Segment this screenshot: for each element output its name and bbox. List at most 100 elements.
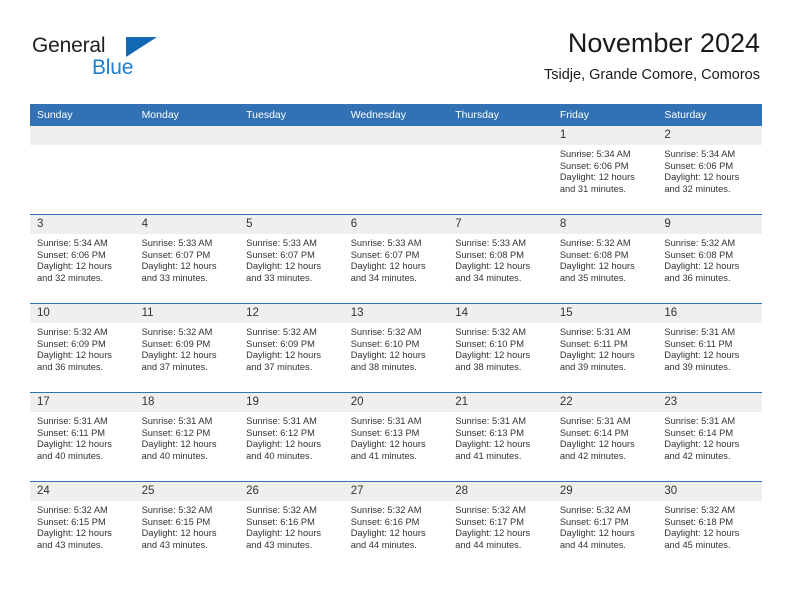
- day-details: Sunrise: 5:32 AM Sunset: 6:10 PM Daylight:…: [344, 323, 449, 373]
- day-cell[interactable]: 11 Sunrise: 5:32 AM Sunset: 6:09 PM Dayligh…: [134, 303, 240, 393]
- day-cell[interactable]: 23 Sunrise: 5:31 AM Sunset: 6:14 PM Dayligh…: [657, 392, 762, 482]
- day-number: [30, 126, 135, 145]
- calendar-week-row: 17 Sunrise: 5:31 AM Sunset: 6:11 PM Dayligh…: [30, 392, 762, 482]
- title-block: November 2024 Tsidje, Grande Comore, Com…: [544, 26, 760, 86]
- sunrise-text: Sunrise: 5:32 AM: [350, 327, 422, 337]
- day-cell[interactable]: 12 Sunrise: 5:32 AM Sunset: 6:09 PM Dayligh…: [239, 303, 344, 393]
- daylight-text: Daylight: 12 hours and 32 minutes.: [664, 172, 740, 194]
- sunrise-text: Sunrise: 5:32 AM: [455, 505, 527, 515]
- day-details: Sunrise: 5:34 AM Sunset: 6:06 PM Daylight:…: [657, 145, 762, 195]
- sunset-text: Sunset: 6:09 PM: [141, 338, 211, 349]
- calendar-page: General Blue November 2024 Tsidje, Grand…: [0, 0, 792, 612]
- daylight-text: Daylight: 12 hours and 42 minutes.: [559, 439, 635, 461]
- day-cell[interactable]: 9 Sunrise: 5:32 AM Sunset: 6:08 PM Daylight…: [657, 214, 762, 304]
- day-cell[interactable]: 6 Sunrise: 5:33 AM Sunset: 6:07 PM Daylight…: [343, 214, 449, 304]
- sunrise-text: Sunrise: 5:31 AM: [246, 416, 317, 426]
- day-details: Sunrise: 5:31 AM Sunset: 6:14 PM Daylight:…: [657, 412, 762, 462]
- day-cell[interactable]: 15 Sunrise: 5:31 AM Sunset: 6:11 PM Dayligh…: [552, 303, 658, 393]
- sunset-text: Sunset: 6:11 PM: [559, 338, 628, 349]
- daylight-text: Daylight: 12 hours and 36 minutes.: [664, 261, 740, 283]
- day-cell[interactable]: 27 Sunrise: 5:32 AM Sunset: 6:16 PM Dayligh…: [343, 481, 449, 570]
- day-details: Sunrise: 5:32 AM Sunset: 6:15 PM Daylight:…: [30, 501, 135, 551]
- day-cell[interactable]: 29 Sunrise: 5:32 AM Sunset: 6:17 PM Dayligh…: [552, 481, 658, 570]
- daylight-text: Daylight: 12 hours and 37 minutes.: [141, 350, 217, 372]
- day-details: Sunrise: 5:32 AM Sunset: 6:08 PM Daylight:…: [657, 234, 762, 284]
- sunrise-text: Sunrise: 5:33 AM: [141, 238, 213, 248]
- weekday-header-thursday: Thursday: [448, 104, 553, 126]
- sunset-text: Sunset: 6:14 PM: [559, 427, 629, 438]
- day-cell[interactable]: 20 Sunrise: 5:31 AM Sunset: 6:13 PM Dayligh…: [343, 392, 449, 482]
- daylight-text: Daylight: 12 hours and 45 minutes.: [664, 528, 740, 550]
- general-blue-logo[interactable]: General Blue: [32, 34, 242, 86]
- sunrise-text: Sunrise: 5:32 AM: [559, 505, 631, 515]
- day-cell[interactable]: 5 Sunrise: 5:33 AM Sunset: 6:07 PM Daylight…: [239, 214, 344, 304]
- sunset-text: Sunset: 6:15 PM: [141, 516, 211, 527]
- sunset-text: Sunset: 6:06 PM: [559, 160, 629, 171]
- day-number: 7: [448, 215, 553, 234]
- weekday-header-monday: Monday: [134, 104, 240, 126]
- sunrise-text: Sunrise: 5:32 AM: [455, 327, 527, 337]
- sunrise-text: Sunrise: 5:34 AM: [559, 149, 631, 159]
- sunset-text: Sunset: 6:09 PM: [37, 338, 106, 349]
- day-cell[interactable]: 22 Sunrise: 5:31 AM Sunset: 6:14 PM Dayligh…: [552, 392, 658, 482]
- sunset-text: Sunset: 6:07 PM: [141, 249, 211, 260]
- day-cell-empty: [239, 126, 344, 215]
- sunrise-text: Sunrise: 5:32 AM: [37, 505, 108, 515]
- day-cell[interactable]: 16 Sunrise: 5:31 AM Sunset: 6:11 PM Dayligh…: [657, 303, 762, 393]
- sunset-text: Sunset: 6:11 PM: [664, 338, 733, 349]
- day-number: 21: [448, 393, 553, 412]
- day-cell[interactable]: 28 Sunrise: 5:32 AM Sunset: 6:17 PM Dayligh…: [448, 481, 553, 570]
- day-cell[interactable]: 13 Sunrise: 5:32 AM Sunset: 6:10 PM Dayligh…: [343, 303, 449, 393]
- day-number: 6: [343, 215, 449, 234]
- day-number: 28: [448, 482, 553, 501]
- sunset-text: Sunset: 6:10 PM: [455, 338, 524, 349]
- weekday-header-friday: Friday: [552, 104, 658, 126]
- sunset-text: Sunset: 6:07 PM: [246, 249, 315, 260]
- day-cell[interactable]: 3 Sunrise: 5:34 AM Sunset: 6:06 PM Daylight…: [30, 214, 135, 304]
- sunrise-text: Sunrise: 5:32 AM: [664, 505, 736, 515]
- day-cell[interactable]: 25 Sunrise: 5:32 AM Sunset: 6:15 PM Dayligh…: [134, 481, 240, 570]
- day-number: 30: [657, 482, 762, 501]
- sunset-text: Sunset: 6:08 PM: [664, 249, 734, 260]
- day-number: 15: [552, 304, 658, 323]
- daylight-text: Daylight: 12 hours and 38 minutes.: [350, 350, 426, 372]
- sunset-text: Sunset: 6:13 PM: [350, 427, 420, 438]
- day-cell[interactable]: 24 Sunrise: 5:32 AM Sunset: 6:15 PM Dayligh…: [30, 481, 135, 570]
- day-cell[interactable]: 18 Sunrise: 5:31 AM Sunset: 6:12 PM Dayligh…: [134, 392, 240, 482]
- day-cell[interactable]: 14 Sunrise: 5:32 AM Sunset: 6:10 PM Dayligh…: [448, 303, 553, 393]
- sunset-text: Sunset: 6:10 PM: [350, 338, 420, 349]
- day-number: 22: [552, 393, 658, 412]
- daylight-text: Daylight: 12 hours and 44 minutes.: [350, 528, 426, 550]
- sunset-text: Sunset: 6:06 PM: [664, 160, 734, 171]
- day-cell[interactable]: 26 Sunrise: 5:32 AM Sunset: 6:16 PM Dayligh…: [239, 481, 344, 570]
- day-cell[interactable]: 21 Sunrise: 5:31 AM Sunset: 6:13 PM Dayligh…: [448, 392, 553, 482]
- sunset-text: Sunset: 6:09 PM: [246, 338, 315, 349]
- sunset-text: Sunset: 6:15 PM: [37, 516, 106, 527]
- daylight-text: Daylight: 12 hours and 36 minutes.: [37, 350, 112, 372]
- day-number: [343, 126, 449, 145]
- day-number: 10: [30, 304, 135, 323]
- day-cell[interactable]: 8 Sunrise: 5:32 AM Sunset: 6:08 PM Daylight…: [552, 214, 658, 304]
- sunset-text: Sunset: 6:13 PM: [455, 427, 524, 438]
- daylight-text: Daylight: 12 hours and 44 minutes.: [559, 528, 635, 550]
- day-cell[interactable]: 30 Sunrise: 5:32 AM Sunset: 6:18 PM Dayligh…: [657, 481, 762, 570]
- day-cell[interactable]: 17 Sunrise: 5:31 AM Sunset: 6:11 PM Dayligh…: [30, 392, 135, 482]
- sunset-text: Sunset: 6:06 PM: [37, 249, 106, 260]
- day-details: Sunrise: 5:32 AM Sunset: 6:17 PM Daylight:…: [553, 501, 658, 551]
- day-details: Sunrise: 5:31 AM Sunset: 6:12 PM Daylight:…: [239, 412, 344, 462]
- day-cell[interactable]: 19 Sunrise: 5:31 AM Sunset: 6:12 PM Dayligh…: [239, 392, 344, 482]
- day-cell[interactable]: 7 Sunrise: 5:33 AM Sunset: 6:08 PM Daylight…: [448, 214, 553, 304]
- sunrise-text: Sunrise: 5:32 AM: [559, 238, 631, 248]
- day-number: 29: [552, 482, 658, 501]
- day-number: 20: [343, 393, 449, 412]
- day-cell[interactable]: 4 Sunrise: 5:33 AM Sunset: 6:07 PM Daylight…: [134, 214, 240, 304]
- day-details: Sunrise: 5:32 AM Sunset: 6:16 PM Daylight:…: [239, 501, 344, 551]
- day-cell[interactable]: 10 Sunrise: 5:32 AM Sunset: 6:09 PM Dayligh…: [30, 303, 135, 393]
- sunrise-text: Sunrise: 5:31 AM: [350, 416, 422, 426]
- sunset-text: Sunset: 6:16 PM: [246, 516, 315, 527]
- day-details: Sunrise: 5:32 AM Sunset: 6:10 PM Daylight:…: [448, 323, 553, 373]
- day-cell[interactable]: 2 Sunrise: 5:34 AM Sunset: 6:06 PM Daylight…: [657, 126, 762, 215]
- day-details: Sunrise: 5:32 AM Sunset: 6:09 PM Daylight:…: [239, 323, 344, 373]
- day-cell[interactable]: 1 Sunrise: 5:34 AM Sunset: 6:06 PM Daylight…: [552, 126, 658, 215]
- sunset-text: Sunset: 6:17 PM: [455, 516, 524, 527]
